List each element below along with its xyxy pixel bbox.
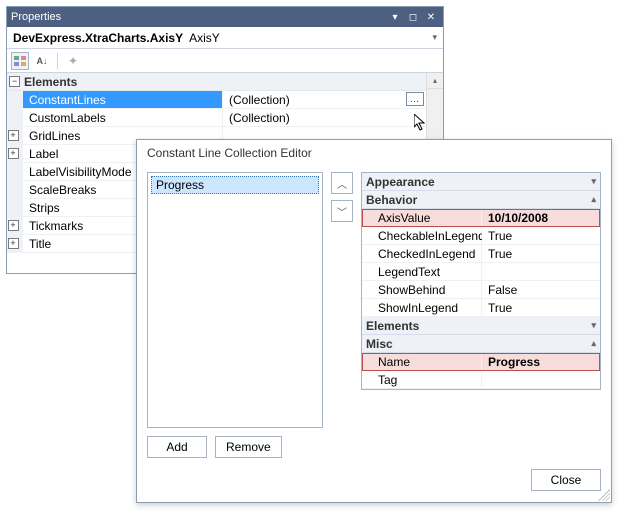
category-elements[interactable]: − Elements <box>7 73 426 91</box>
object-name: AxisY <box>189 31 220 45</box>
item-property-grid: Appearance▾ Behavior▴ AxisValue10/10/200… <box>361 172 601 390</box>
list-item[interactable]: Progress <box>151 176 319 194</box>
object-type: DevExpress.XtraCharts.AxisY <box>13 31 183 45</box>
prop-customlabels[interactable]: CustomLabels (Collection) <box>7 109 426 127</box>
expand-icon[interactable]: + <box>8 148 19 159</box>
properties-titlebar: Properties ▾ ◻ ✕ <box>7 7 443 27</box>
alphabetical-icon[interactable]: A↓ <box>33 52 51 70</box>
prop-checkedinlegend[interactable]: CheckedInLegendTrue <box>362 245 600 263</box>
pin-icon[interactable]: ◻ <box>405 10 421 24</box>
items-list[interactable]: Progress <box>147 172 323 428</box>
close-icon[interactable]: ✕ <box>423 10 439 24</box>
resize-grip-icon[interactable] <box>598 489 610 501</box>
add-button[interactable]: Add <box>147 436 207 458</box>
expand-icon[interactable]: + <box>8 238 19 249</box>
object-selector[interactable]: DevExpress.XtraCharts.AxisY AxisY ▾ <box>7 27 443 49</box>
chevron-down-icon: ▾ <box>591 176 596 187</box>
category-misc[interactable]: Misc▴ <box>362 335 600 353</box>
collapse-icon[interactable]: − <box>9 76 20 87</box>
chevron-up-icon: ▴ <box>591 338 596 349</box>
wrench-icon[interactable]: ✦ <box>64 52 82 70</box>
dropdown-icon[interactable]: ▾ <box>387 10 403 24</box>
prop-showbehind[interactable]: ShowBehindFalse <box>362 281 600 299</box>
category-appearance[interactable]: Appearance▾ <box>362 173 600 191</box>
expand-icon[interactable]: + <box>8 130 19 141</box>
prop-legendtext[interactable]: LegendText <box>362 263 600 281</box>
scroll-up-icon[interactable]: ▴ <box>427 73 443 89</box>
properties-toolbar: A↓ ✦ <box>7 49 443 73</box>
close-button[interactable]: Close <box>531 469 601 491</box>
prop-axisvalue[interactable]: AxisValue10/10/2008 <box>362 209 600 227</box>
chevron-down-icon: ▾ <box>591 320 596 331</box>
chevron-down-icon: ▾ <box>432 32 437 43</box>
dialog-title: Constant Line Collection Editor <box>137 140 611 166</box>
prop-showinlegend[interactable]: ShowInLegendTrue <box>362 299 600 317</box>
category-elements[interactable]: Elements▾ <box>362 317 600 335</box>
prop-name[interactable]: NameProgress <box>362 353 600 371</box>
prop-constantlines[interactable]: ConstantLines (Collection) … <box>7 91 426 109</box>
categorized-icon[interactable] <box>11 52 29 70</box>
prop-tag[interactable]: Tag <box>362 371 600 389</box>
remove-button[interactable]: Remove <box>215 436 282 458</box>
properties-title: Properties <box>11 11 387 23</box>
move-down-button[interactable]: ﹀ <box>331 200 353 222</box>
category-behavior[interactable]: Behavior▴ <box>362 191 600 209</box>
chevron-up-icon: ▴ <box>591 194 596 205</box>
move-up-button[interactable]: ︿ <box>331 172 353 194</box>
expand-icon[interactable]: + <box>8 220 19 231</box>
ellipsis-button[interactable]: … <box>406 92 424 106</box>
prop-checkableinlegend[interactable]: CheckableInLegendTrue <box>362 227 600 245</box>
collection-editor-dialog: Constant Line Collection Editor Progress… <box>136 139 612 503</box>
